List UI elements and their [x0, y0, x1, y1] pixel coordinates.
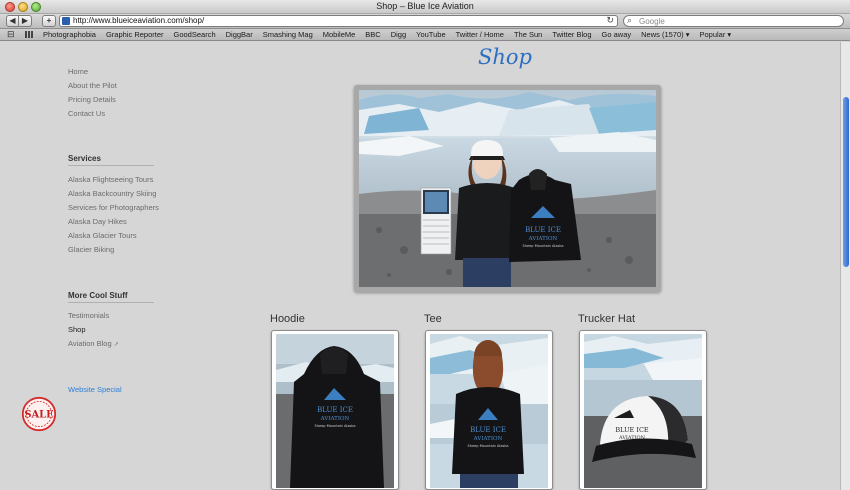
search-field[interactable]: ⌕ Google — [623, 15, 844, 27]
nav-link-glacier-biking[interactable]: Glacier Biking — [68, 245, 114, 254]
bookmark-items: Photographobia Graphic Reporter GoodSear… — [43, 30, 731, 40]
hero-photo-illustration: BLUE ICE AVIATION Sheep Mountain Alaska — [359, 90, 656, 287]
tee-print-line2: AVIATION — [473, 436, 503, 442]
sale-badge[interactable]: SALE — [21, 396, 57, 432]
product-title-tee[interactable]: Tee — [424, 313, 442, 325]
nav-link-aviation-blog[interactable]: Aviation Blog ↗ — [68, 339, 119, 348]
nav-link-shop[interactable]: Shop — [68, 325, 86, 334]
bookmark-item[interactable]: DiggBar — [226, 30, 253, 40]
site-favicon-icon — [62, 17, 70, 25]
product-image-hoodie[interactable]: BLUE ICE AVIATION Sheep Mountain Alaska — [276, 334, 394, 488]
add-bookmark-button[interactable]: + — [42, 15, 56, 27]
more-stuff-heading: More Cool Stuff — [68, 291, 128, 300]
hoodie-print-tagline: Sheep Mountain Alaska — [315, 424, 356, 428]
hero-hoodie-print-line2: AVIATION — [528, 236, 558, 242]
nav-link-backcountry-skiing[interactable]: Alaska Backcountry Skiing — [68, 189, 156, 198]
page-title: Shop — [478, 45, 532, 69]
bookmark-item[interactable]: YouTube — [416, 30, 445, 40]
bookmark-item[interactable]: Popular ▾ — [700, 30, 732, 40]
bookmark-item[interactable]: Go away — [602, 30, 632, 40]
hoodie-photo-illustration: BLUE ICE AVIATION Sheep Mountain Alaska — [276, 334, 394, 488]
vertical-scrollbar[interactable] — [840, 42, 850, 490]
product-image-tee[interactable]: BLUE ICE AVIATION Sheep Mountain Alaska — [430, 334, 548, 488]
search-placeholder: Google — [639, 17, 665, 26]
hoodie-print-line2: AVIATION — [320, 416, 350, 422]
bookmark-item[interactable]: MobileMe — [323, 30, 356, 40]
window-title: Shop – Blue Ice Aviation — [376, 1, 474, 11]
nav-link-home[interactable]: Home — [68, 67, 88, 76]
product-title-hoodie[interactable]: Hoodie — [270, 313, 305, 325]
reload-icon[interactable]: ↻ — [606, 15, 614, 26]
nav-link-label: Aviation Blog — [68, 339, 112, 348]
browser-toolbar: ◀ ▶ + http://www.blueiceaviation.com/sho… — [0, 14, 850, 29]
address-bar[interactable]: http://www.blueiceaviation.com/shop/ ↻ — [59, 15, 618, 27]
bookmark-item[interactable]: Twitter / Home — [456, 30, 504, 40]
search-icon: ⌕ — [627, 15, 633, 25]
tee-photo-illustration: BLUE ICE AVIATION Sheep Mountain Alaska — [430, 334, 548, 488]
external-link-icon: ↗ — [113, 342, 119, 348]
hat-photo-illustration: BLUE ICE AVIATION — [584, 334, 702, 488]
hero-hoodie-print-brand: BLUE ICE — [525, 226, 561, 234]
nav-link-day-hikes[interactable]: Alaska Day Hikes — [68, 217, 127, 226]
product-title-trucker-hat[interactable]: Trucker Hat — [578, 313, 635, 325]
product-card-hoodie[interactable]: BLUE ICE AVIATION Sheep Mountain Alaska — [271, 330, 399, 490]
hero-image-frame: BLUE ICE AVIATION Sheep Mountain Alaska — [354, 85, 661, 292]
bookmarks-book-icon[interactable]: ⊟ — [7, 30, 15, 39]
website-special-link[interactable]: Website Special — [68, 385, 122, 394]
nav-link-testimonials[interactable]: Testimonials — [68, 311, 109, 320]
nav-link-flightseeing[interactable]: Alaska Flightseeing Tours — [68, 175, 153, 184]
bookmark-item[interactable]: GoodSearch — [174, 30, 216, 40]
nav-link-contact[interactable]: Contact Us — [68, 109, 105, 118]
services-divider — [68, 165, 154, 166]
forward-arrow-icon: ▶ — [21, 16, 29, 25]
hero-photo: BLUE ICE AVIATION Sheep Mountain Alaska — [359, 90, 656, 287]
nav-link-photographers[interactable]: Services for Photographers — [68, 203, 159, 212]
bookmark-item[interactable]: Smashing Mag — [263, 30, 313, 40]
bookmark-item[interactable]: Graphic Reporter — [106, 30, 164, 40]
hoodie-print-brand: BLUE ICE — [317, 406, 353, 414]
forward-button[interactable]: ▶ — [19, 15, 32, 27]
top-sites-grid-icon[interactable] — [25, 31, 33, 38]
bookmark-item[interactable]: News (1570) ▾ — [641, 30, 689, 40]
product-card-trucker-hat[interactable]: BLUE ICE AVIATION — [579, 330, 707, 490]
nav-link-pricing[interactable]: Pricing Details — [68, 95, 116, 104]
bookmark-item[interactable]: Twitter Blog — [552, 30, 591, 40]
bookmark-item[interactable]: BBC — [365, 30, 380, 40]
scrollbar-thumb[interactable] — [843, 97, 849, 267]
tee-print-brand: BLUE ICE — [470, 426, 506, 434]
web-page: Home About the Pilot Pricing Details Con… — [0, 42, 840, 490]
product-card-tee[interactable]: BLUE ICE AVIATION Sheep Mountain Alaska — [425, 330, 553, 490]
services-heading: Services — [68, 154, 101, 163]
bookmark-item[interactable]: Photographobia — [43, 30, 96, 40]
nav-link-about-pilot[interactable]: About the Pilot — [68, 81, 117, 90]
plus-icon: + — [46, 16, 52, 25]
bookmark-item[interactable]: The Sun — [514, 30, 542, 40]
sale-badge-text: SALE — [24, 410, 54, 421]
back-button[interactable]: ◀ — [6, 15, 19, 27]
product-image-trucker-hat[interactable]: BLUE ICE AVIATION — [584, 334, 702, 488]
hat-print-brand: BLUE ICE — [615, 426, 649, 434]
bookmarks-bar: ⊟ Photographobia Graphic Reporter GoodSe… — [0, 29, 850, 41]
address-text[interactable]: http://www.blueiceaviation.com/shop/ — [73, 16, 204, 26]
bookmark-item[interactable]: Digg — [391, 30, 406, 40]
nav-link-glacier-tours[interactable]: Alaska Glacier Tours — [68, 231, 137, 240]
tee-print-tagline: Sheep Mountain Alaska — [468, 444, 509, 448]
hat-print-line2: AVIATION — [618, 435, 646, 441]
hero-hoodie-print-tagline: Sheep Mountain Alaska — [523, 244, 564, 248]
back-arrow-icon: ◀ — [9, 16, 16, 25]
more-stuff-divider — [68, 302, 154, 303]
window-titlebar: Shop – Blue Ice Aviation — [0, 0, 850, 14]
